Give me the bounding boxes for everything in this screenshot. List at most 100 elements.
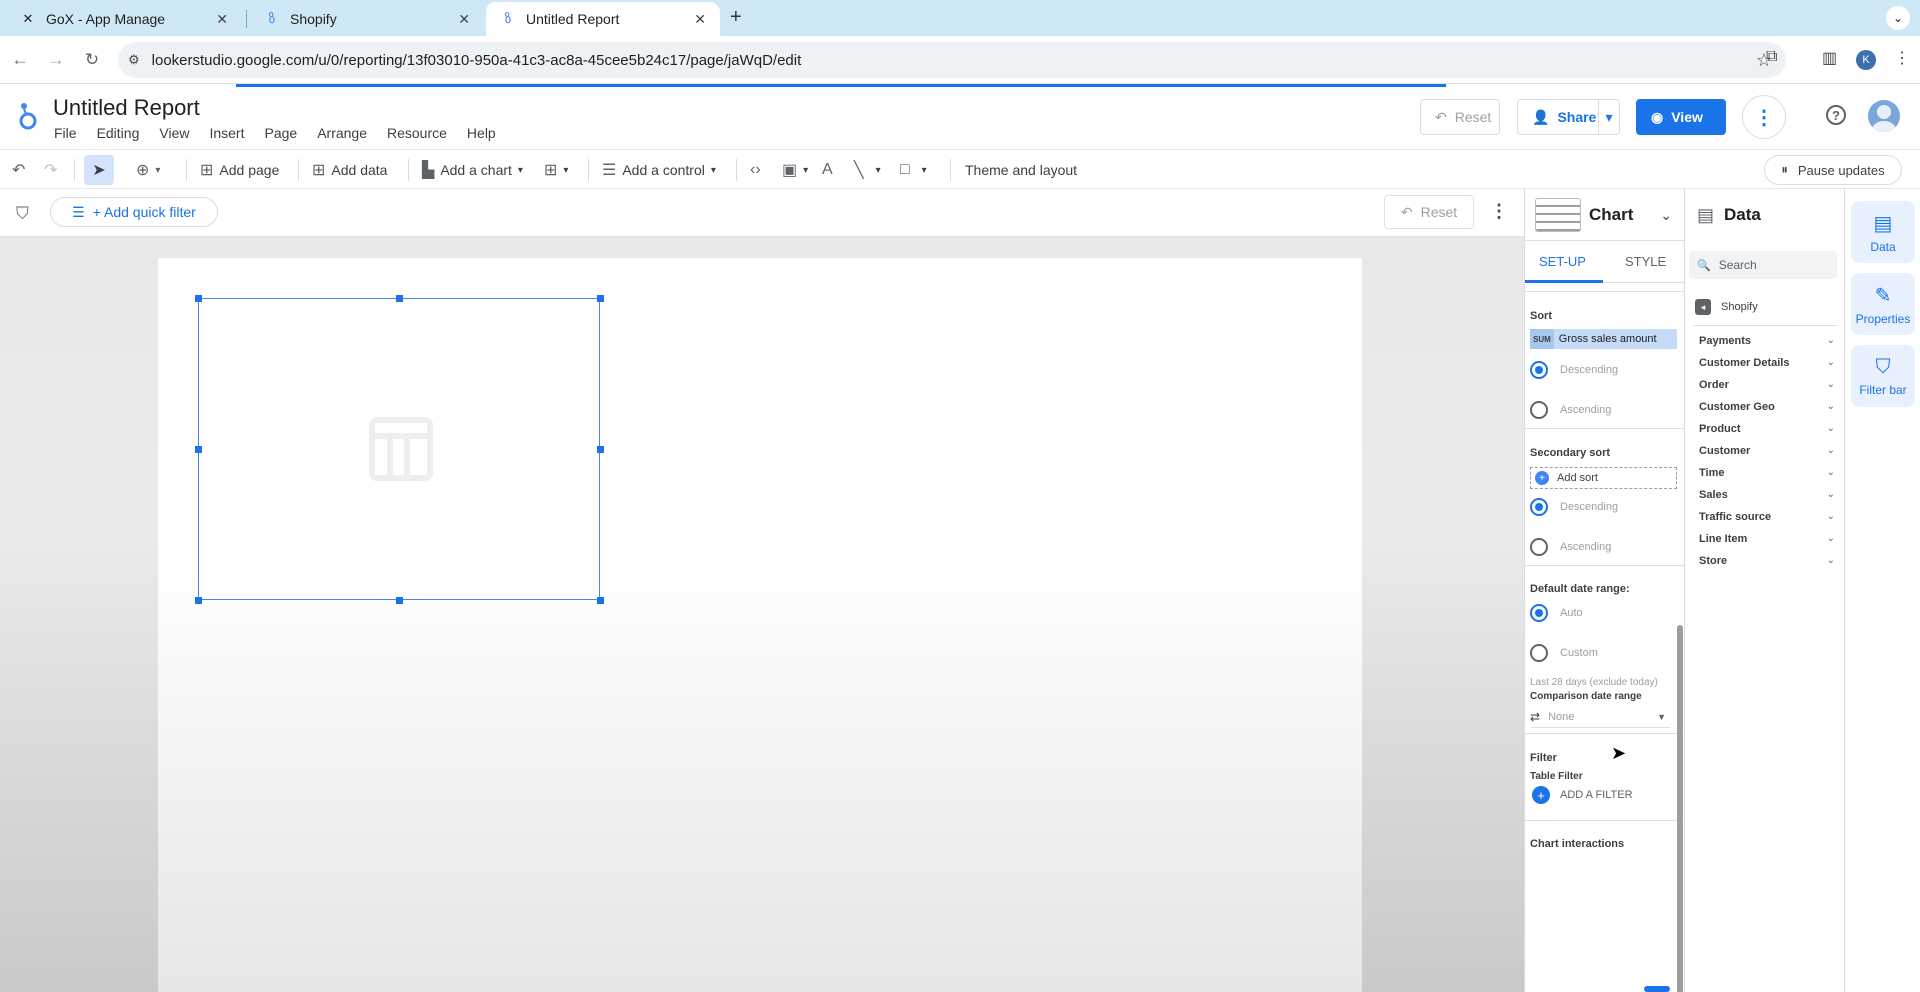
- add-data-button[interactable]: ⊞ Add data: [312, 158, 387, 182]
- resize-handle[interactable]: [195, 446, 202, 453]
- rail-label: Properties: [1855, 311, 1911, 326]
- user-avatar[interactable]: [1868, 100, 1900, 132]
- chrome-profile-avatar[interactable]: K: [1856, 50, 1876, 70]
- select-cursor-icon[interactable]: ➤: [84, 155, 114, 185]
- chrome-menu-icon[interactable]: ⋮: [1894, 48, 1910, 68]
- rail-filter-bar-button[interactable]: ⛉ Filter bar: [1851, 345, 1915, 407]
- field-group-customer-geo[interactable]: Customer Geo ⌄: [1699, 401, 1835, 413]
- resize-handle[interactable]: [597, 597, 604, 604]
- redo-icon[interactable]: ↷: [44, 158, 63, 182]
- field-group-store[interactable]: Store ⌄: [1699, 555, 1835, 567]
- add-filter-button[interactable]: + ADD A FILTER: [1532, 786, 1633, 804]
- image-icon[interactable]: ▣ ▾: [782, 158, 808, 182]
- field-group-time[interactable]: Time ⌄: [1699, 467, 1835, 479]
- resize-handle[interactable]: [396, 295, 403, 302]
- resize-handle[interactable]: [195, 597, 202, 604]
- tab-setup[interactable]: SET-UP: [1539, 254, 1586, 269]
- date-custom-radio[interactable]: Custom: [1530, 644, 1598, 662]
- sort-descending-radio[interactable]: Descending: [1530, 361, 1618, 379]
- resize-handle[interactable]: [396, 597, 403, 604]
- chart-type-selector[interactable]: Chart ⌄: [1525, 189, 1684, 241]
- browser-tab-shopify[interactable]: ზ Shopify ✕: [250, 2, 484, 36]
- back-icon[interactable]: ←: [8, 48, 32, 72]
- shape-icon[interactable]: □ ▾: [900, 158, 927, 182]
- help-icon[interactable]: ?: [1826, 105, 1846, 125]
- filter-reset-button[interactable]: ↶ Reset: [1384, 195, 1474, 229]
- menu-file[interactable]: File: [54, 125, 77, 141]
- extensions-icon[interactable]: ⧉: [1766, 48, 1777, 66]
- close-tab-icon[interactable]: ✕: [216, 11, 228, 28]
- data-source-item[interactable]: ◂ Shopify: [1695, 299, 1758, 315]
- field-group-traffic-source[interactable]: Traffic source ⌄: [1699, 511, 1835, 523]
- view-button[interactable]: ◉ View: [1636, 99, 1726, 135]
- sort-ascending-radio[interactable]: Ascending: [1530, 401, 1611, 419]
- resize-handle[interactable]: [195, 295, 202, 302]
- url-input[interactable]: ⚙ lookerstudio.google.com/u/0/reporting/…: [118, 42, 1786, 78]
- gox-favicon-icon: ✕: [22, 11, 34, 26]
- chevron-down-icon[interactable]: ⌄: [1660, 207, 1672, 224]
- add-control-button[interactable]: ☰ Add a control ▾: [602, 158, 716, 182]
- looker-studio-logo-icon[interactable]: [18, 102, 38, 132]
- reset-button[interactable]: ↶ Reset: [1420, 99, 1500, 135]
- menu-help[interactable]: Help: [467, 125, 496, 141]
- reload-icon[interactable]: ↻: [80, 48, 104, 72]
- cross-filtering-toggle[interactable]: [1644, 986, 1670, 992]
- side-panel-icon[interactable]: ▥: [1822, 48, 1837, 68]
- rail-data-button[interactable]: ▤ Data: [1851, 201, 1915, 263]
- embed-code-icon[interactable]: ‹›: [750, 158, 767, 182]
- field-group-payments[interactable]: Payments ⌄: [1699, 335, 1835, 347]
- new-tab-icon[interactable]: +: [730, 6, 742, 29]
- menu-editing[interactable]: Editing: [97, 125, 140, 141]
- rail-properties-button[interactable]: ✎ Properties: [1851, 273, 1915, 335]
- field-group-customer-details[interactable]: Customer Details ⌄: [1699, 357, 1835, 369]
- add-sort-button[interactable]: + Add sort: [1530, 467, 1677, 489]
- field-group-product[interactable]: Product ⌄: [1699, 423, 1835, 435]
- more-options-icon[interactable]: ⋮: [1742, 95, 1786, 139]
- secondary-ascending-radio[interactable]: Ascending: [1530, 538, 1611, 556]
- menu-resource[interactable]: Resource: [387, 125, 447, 141]
- selected-table-chart[interactable]: [198, 298, 600, 600]
- field-group-sales[interactable]: Sales ⌄: [1699, 489, 1835, 501]
- aggregation-badge[interactable]: SUM: [1530, 329, 1554, 349]
- menu-view[interactable]: View: [159, 125, 189, 141]
- close-tab-icon[interactable]: ✕: [458, 11, 470, 28]
- sort-field-chip[interactable]: SUM Gross sales amount: [1530, 329, 1677, 349]
- report-title[interactable]: Untitled Report: [53, 95, 200, 121]
- field-group-line-item[interactable]: Line Item ⌄: [1699, 533, 1835, 545]
- close-tab-icon[interactable]: ✕: [694, 11, 706, 28]
- date-auto-radio[interactable]: Auto: [1530, 604, 1583, 622]
- field-group-order[interactable]: Order ⌄: [1699, 379, 1835, 391]
- browser-tab-untitled-report[interactable]: ზ Untitled Report ✕: [486, 2, 720, 36]
- share-dropdown-button[interactable]: ▾: [1598, 99, 1620, 135]
- secondary-descending-radio[interactable]: Descending: [1530, 498, 1618, 516]
- data-search-input[interactable]: 🔍 Search: [1689, 251, 1837, 279]
- add-page-icon: ⊞: [200, 162, 214, 179]
- add-chart-button[interactable]: ▙ Add a chart ▾: [422, 158, 523, 182]
- tab-search-chevron-icon[interactable]: ⌄: [1886, 6, 1910, 30]
- filter-more-icon[interactable]: ⋮: [1490, 201, 1508, 222]
- pause-updates-button[interactable]: ⏸ Pause updates: [1764, 155, 1902, 185]
- add-quick-filter-button[interactable]: ☰ + Add quick filter: [50, 197, 218, 227]
- browser-tab-gox[interactable]: ✕ GoX - App Manage ✕: [6, 2, 242, 36]
- panel-scrollbar[interactable]: [1677, 625, 1683, 992]
- line-icon[interactable]: ╲ ▾: [854, 158, 881, 182]
- add-page-button[interactable]: ⊞ Add page: [200, 158, 279, 182]
- resize-handle[interactable]: [597, 295, 604, 302]
- site-info-icon[interactable]: ⚙: [128, 52, 140, 68]
- zoom-icon[interactable]: ⊕ ▾: [136, 158, 160, 182]
- menu-insert[interactable]: Insert: [209, 125, 244, 141]
- url-text: lookerstudio.google.com/u/0/reporting/13…: [151, 51, 802, 69]
- text-box-icon[interactable]: A: [822, 158, 839, 182]
- forward-icon[interactable]: →: [44, 48, 68, 72]
- theme-layout-button[interactable]: Theme and layout: [965, 158, 1077, 182]
- plus-icon: +: [1535, 471, 1549, 485]
- field-group-customer[interactable]: Customer ⌄: [1699, 445, 1835, 457]
- resize-handle[interactable]: [597, 446, 604, 453]
- menu-arrange[interactable]: Arrange: [317, 125, 367, 141]
- community-viz-button[interactable]: ⊞ ▾: [544, 158, 568, 182]
- comparison-date-select[interactable]: ⇄ None ▼: [1530, 706, 1670, 728]
- tab-style[interactable]: STYLE: [1625, 254, 1666, 269]
- community-viz-icon: ⊞: [544, 162, 558, 179]
- menu-page[interactable]: Page: [264, 125, 297, 141]
- undo-icon[interactable]: ↶: [12, 158, 31, 182]
